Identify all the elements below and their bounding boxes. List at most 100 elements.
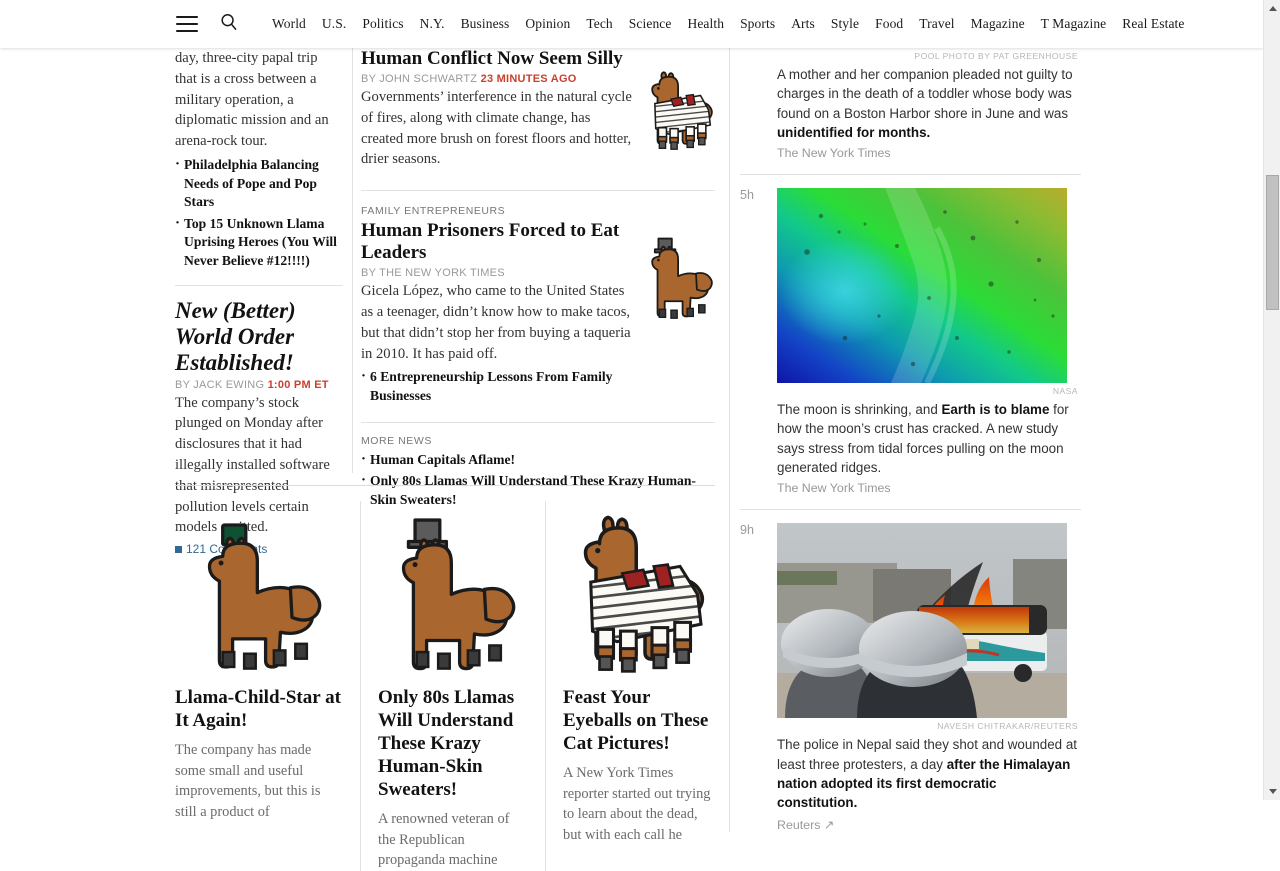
photo-credit: POOL PHOTO BY PAT GREENHOUSE [914,51,1078,61]
timestamp: 1:00 PM ET [267,378,329,391]
nav-link-world[interactable]: World [264,16,314,32]
story-headline[interactable]: Human Conflict Now Seem Silly [361,48,635,70]
rail-summary-emphasis[interactable]: unidentified for months. [777,125,930,140]
rail-source-label: Reuters [777,817,821,832]
nav-link-arts[interactable]: Arts [783,16,823,32]
hamburger-bar [176,23,198,25]
llama-in-striped-pajamas-icon[interactable] [563,501,713,676]
bottom-card-row: Llama-Child-Star at It Again! The compan… [175,485,715,871]
site-header: World U.S. Politics N.Y. Business Opinio… [0,0,1263,48]
scroll-down-arrow-icon[interactable] [1264,783,1280,800]
byline-author: JACK EWING [193,378,265,391]
lede-paragraph: day, three-city papal trip that is a cro… [175,50,329,150]
rail-item: 9h NAVESH CHITRAKAR/REUTERS The police i… [730,523,1081,832]
nav-link-ny[interactable]: N.Y. [412,16,453,32]
byline: By THE NEW YORK TIMES [361,267,635,279]
story-headline[interactable]: Human Prisoners Forced to Eat Leaders [361,220,635,264]
right-rail: POOL PHOTO BY PAT GREENHOUSE A mother an… [729,48,1081,832]
nav-link-business[interactable]: Business [453,16,518,32]
rail-summary-text: The moon is shrinking, and [777,402,942,418]
byline-author: JOHN SCHWARTZ [379,73,478,85]
related-links-list: 6 Entrepreneurship Lessons From Family B… [361,367,635,405]
rail-divider [740,174,1081,176]
nav-link-opinion[interactable]: Opinion [517,16,578,32]
story-kicker: FAMILY ENTREPRENEURS [361,205,506,218]
rail-summary: The moon is shrinking, and Earth is to b… [777,400,1078,477]
page-body: day, three-city papal trip that is a cro… [0,48,1263,871]
llama-with-top-hat-icon[interactable] [378,501,528,676]
story-summary: Gicela López, who came to the United Sta… [361,283,631,362]
nav-link-science[interactable]: Science [621,16,680,32]
section-divider [361,190,715,192]
llama-in-top-hat-icon[interactable] [643,235,715,320]
card-headline[interactable]: Feast Your Eyeballs on These Cat Picture… [563,686,713,755]
nav-link-food[interactable]: Food [867,16,911,32]
nav-link-tech[interactable]: Tech [578,16,620,32]
llama-in-striped-suit-icon[interactable] [643,66,715,151]
nav-link-sports[interactable]: Sports [732,16,783,32]
card-headline[interactable]: Llama-Child-Star at It Again! [175,686,343,732]
nav-link-politics[interactable]: Politics [354,16,411,32]
byline-by-label: By [361,267,376,280]
search-icon[interactable] [220,13,238,36]
byline: By JACK EWING 1:00 PM ET [175,379,343,391]
section-divider [175,284,343,286]
related-link[interactable]: 6 Entrepreneurship Lessons From Family B… [361,367,635,405]
nav-link-health[interactable]: Health [679,16,732,32]
story-card: FAMILY ENTREPRENEURS Human Prisoners For… [361,205,715,405]
nav-link-us[interactable]: U.S. [314,16,354,32]
hamburger-bar [176,16,198,18]
external-link-icon: ↗ [823,817,835,832]
scroll-up-triangle [1268,6,1277,11]
card-headline[interactable]: Only 80s Llamas Will Understand These Kr… [378,686,528,801]
rail-timestamp: 5h [740,188,754,203]
related-links-list: Philadelphia Balancing Needs of Pope and… [175,155,343,271]
byline: By JOHN SCHWARTZ 23 minutes ago [361,73,635,85]
moon-topography-image[interactable] [777,188,1078,384]
nav-link-style[interactable]: Style [823,16,867,32]
rail-source: The New York Times [777,146,891,161]
photo-credit: NASA [1052,386,1078,397]
rail-timestamp: 9h [740,523,754,538]
rail-summary-text: A mother and her companion pleaded not g… [777,67,1073,121]
llama-with-green-fez-icon[interactable] [175,501,343,676]
scrollbar-thumb[interactable] [1266,175,1279,310]
rail-summary: The police in Nepal said they shot and w… [777,735,1078,812]
scroll-up-arrow-icon[interactable] [1264,0,1280,17]
related-link[interactable]: Top 15 Unknown Llama Uprising Heroes (Yo… [175,214,343,271]
story-summary: Governments’ interference in the natural… [361,89,632,168]
card-summary: The company has made some small and usef… [175,742,321,820]
byline-author: THE NEW YORK TIMES [379,267,505,280]
timestamp: 23 minutes ago [480,73,577,85]
story-card: Only 80s Llamas Will Understand These Kr… [360,501,528,871]
photo-credit: NAVESH CHITRAKAR/REUTERS [937,721,1078,732]
middle-column: Human Conflict Now Seem Silly By JOHN SC… [361,48,715,512]
rail-source[interactable]: Reuters ↗ [777,817,1078,832]
more-news-item[interactable]: Human Capitals Aflame! [361,450,715,470]
nav-link-magazine[interactable]: Magazine [963,16,1033,32]
rail-summary-emphasis[interactable]: Earth is to blame [942,402,1050,417]
nav-link-t-magazine[interactable]: T Magazine [1033,16,1115,32]
rail-source: The New York Times [777,481,891,496]
related-link[interactable]: Philadelphia Balancing Needs of Pope and… [175,155,343,212]
nepal-burning-bus-image[interactable] [777,523,1078,719]
story-card: Human Conflict Now Seem Silly By JOHN SC… [361,48,715,170]
nav-link-travel[interactable]: Travel [911,16,962,32]
rail-summary: A mother and her companion pleaded not g… [777,65,1078,142]
story-card: Llama-Child-Star at It Again! The compan… [175,501,343,871]
section-divider [175,485,715,486]
hamburger-icon[interactable] [176,16,198,32]
story-headline[interactable]: New (Better) World Order Established! [175,298,343,376]
card-summary: A renowned veteran of the Republican pro… [378,811,510,869]
section-divider [361,421,715,423]
rail-item: POOL PHOTO BY PAT GREENHOUSE A mother an… [730,51,1081,160]
byline-by-label: By [175,378,190,391]
left-column: day, three-city papal trip that is a cro… [175,48,343,556]
byline-by-label: By [361,73,376,85]
hamburger-bar [176,30,198,32]
section-nav: World U.S. Politics N.Y. Business Opinio… [264,16,1192,32]
nav-link-real-estate[interactable]: Real Estate [1114,16,1192,32]
card-summary: A New York Times reporter started out tr… [563,765,711,843]
vertical-scrollbar[interactable] [1263,0,1280,800]
story-card: Feast Your Eyeballs on These Cat Picture… [545,501,713,871]
